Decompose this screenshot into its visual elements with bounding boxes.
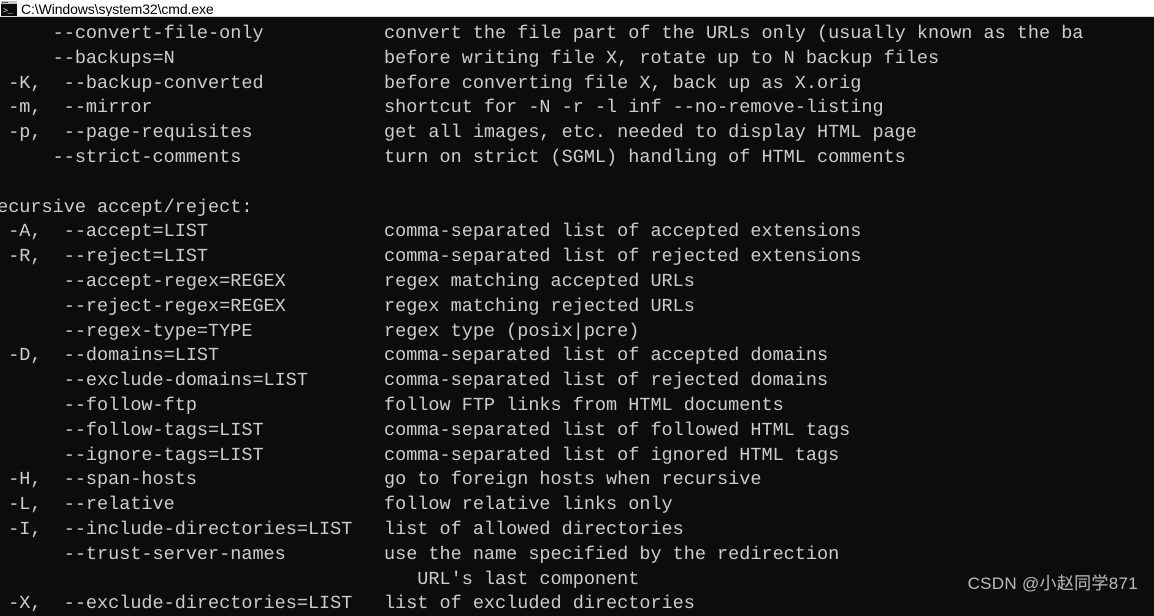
terminal-option-description: follow relative links only [384,494,673,516]
terminal-option-description: list of excluded directories [384,593,695,615]
terminal-option-flag: -A, --accept=LIST [0,221,209,243]
terminal-option-flag: -K, --backup-converted [0,72,264,94]
terminal-option-description: comma-separated list of accepted domains [384,345,829,367]
terminal-option-description: regex matching rejected URLs [384,295,695,317]
terminal-line: URL's last component [0,568,1154,593]
terminal-option-flag: -I, --include-directories=LIST [0,518,353,540]
terminal-line: --backups=N before writing file X, rotate… [0,47,1154,72]
terminal-line: --ignore-tags=LIST comma-separated list o… [0,444,1154,469]
terminal-option-description: follow FTP links from HTML documents [384,394,784,416]
terminal-option-flag: --backups=N [0,47,175,69]
terminal-option-description: turn on strict (SGML) handling of HTML c… [384,146,906,168]
terminal-option-flag: -p, --page-requisites [0,122,253,144]
terminal-option-description: comma-separated list of rejected domains [384,370,829,392]
terminal-line: -L, --relative follow relative links only [0,493,1154,518]
terminal-option-flag: --ignore-tags=LIST [0,444,264,466]
terminal-line: --trust-server-names use the name specifi… [0,543,1154,568]
terminal-line: --strict-comments turn on strict (SGML) h… [0,146,1154,171]
cmd-console-icon: >_ [1,0,17,16]
terminal-option-description: shortcut for -N -r -l inf --no-remove-li… [384,97,884,119]
terminal-option-description: go to foreign hosts when recursive [384,469,762,491]
terminal-option-description: comma-separated list of rejected extensi… [384,246,862,268]
terminal-line: --exclude-domains=LIST comma-separated li… [0,369,1154,394]
svg-text:>_: >_ [3,7,13,16]
terminal-option-flag: --accept-regex=REGEX [0,270,286,292]
terminal-option-description: list of allowed directories [384,518,684,540]
cmd-window: >_ C:\Windows\system32\cmd.exe --convert… [0,0,1154,616]
terminal-line: --convert-file-only convert the file part… [0,22,1154,47]
terminal-section-heading: Recursive accept/reject: [0,196,253,218]
terminal-option-flag: --convert-file-only [0,23,264,44]
terminal-option-flag: -R, --reject=LIST [0,246,209,268]
terminal-option-description: convert the file part of the URLs only (… [384,23,1084,44]
terminal-option-description: before writing file X, rotate up to N ba… [384,47,940,69]
terminal-line: --follow-tags=LIST comma-separated list o… [0,419,1154,444]
terminal-option-description: URL's last component [384,568,640,590]
terminal-option-description: regex type (posix|pcre) [384,320,640,342]
terminal-option-description: before converting file X, back up as X.o… [384,72,862,94]
window-title-text: C:\Windows\system32\cmd.exe [21,1,214,17]
terminal-output-area[interactable]: --convert-file-only convert the file part… [0,17,1154,616]
terminal-line: --regex-type=TYPE regex type (posix|pcre) [0,320,1154,345]
terminal-line: -R, --reject=LIST comma-separated list of… [0,245,1154,270]
terminal-option-flag: -L, --relative [0,494,175,516]
terminal-option-description: comma-separated list of accepted extensi… [384,221,862,243]
terminal-line: -A, --accept=LIST comma-separated list of… [0,220,1154,245]
terminal-option-description: comma-separated list of followed HTML ta… [384,419,851,441]
terminal-option-flag: --reject-regex=REGEX [0,295,286,317]
terminal-line: -I, --include-directories=LIST list of al… [0,518,1154,543]
terminal-text-buffer: --convert-file-only convert the file part… [0,22,1154,616]
terminal-option-description: regex matching accepted URLs [384,270,695,292]
terminal-option-flag: --exclude-domains=LIST [0,370,308,392]
terminal-line: -m, --mirror shortcut for -N -r -l inf --… [0,96,1154,121]
terminal-option-flag: -D, --domains=LIST [0,345,220,367]
terminal-option-flag: -m, --mirror [0,97,153,119]
terminal-option-flag: -H, --span-hosts [0,469,197,491]
terminal-option-flag: --follow-tags=LIST [0,419,264,441]
terminal-option-description: use the name specified by the redirectio… [384,543,840,565]
terminal-line: --follow-ftp follow FTP links from HTML d… [0,394,1154,419]
terminal-option-description: comma-separated list of ignored HTML tag… [384,444,840,466]
terminal-line: -p, --page-requisites get all images, etc… [0,121,1154,146]
terminal-line: -K, --backup-converted before converting … [0,72,1154,97]
terminal-line: --reject-regex=REGEX regex matching rejec… [0,295,1154,320]
terminal-line: -X, --exclude-directories=LIST list of ex… [0,592,1154,616]
terminal-option-flag: --follow-ftp [0,394,197,416]
terminal-option-flag: --trust-server-names [0,543,286,565]
terminal-line: Recursive accept/reject: [0,196,1154,221]
window-title-bar[interactable]: >_ C:\Windows\system32\cmd.exe [0,0,1154,17]
terminal-option-flag: --regex-type=TYPE [0,320,253,342]
terminal-option-flag: -X, --exclude-directories=LIST [0,593,353,615]
terminal-line: -H, --span-hosts go to foreign hosts when… [0,468,1154,493]
terminal-line: -D, --domains=LIST comma-separated list o… [0,344,1154,369]
terminal-option-flag: --strict-comments [0,146,242,168]
terminal-line: --accept-regex=REGEX regex matching accep… [0,270,1154,295]
terminal-option-description: get all images, etc. needed to display H… [384,122,917,144]
